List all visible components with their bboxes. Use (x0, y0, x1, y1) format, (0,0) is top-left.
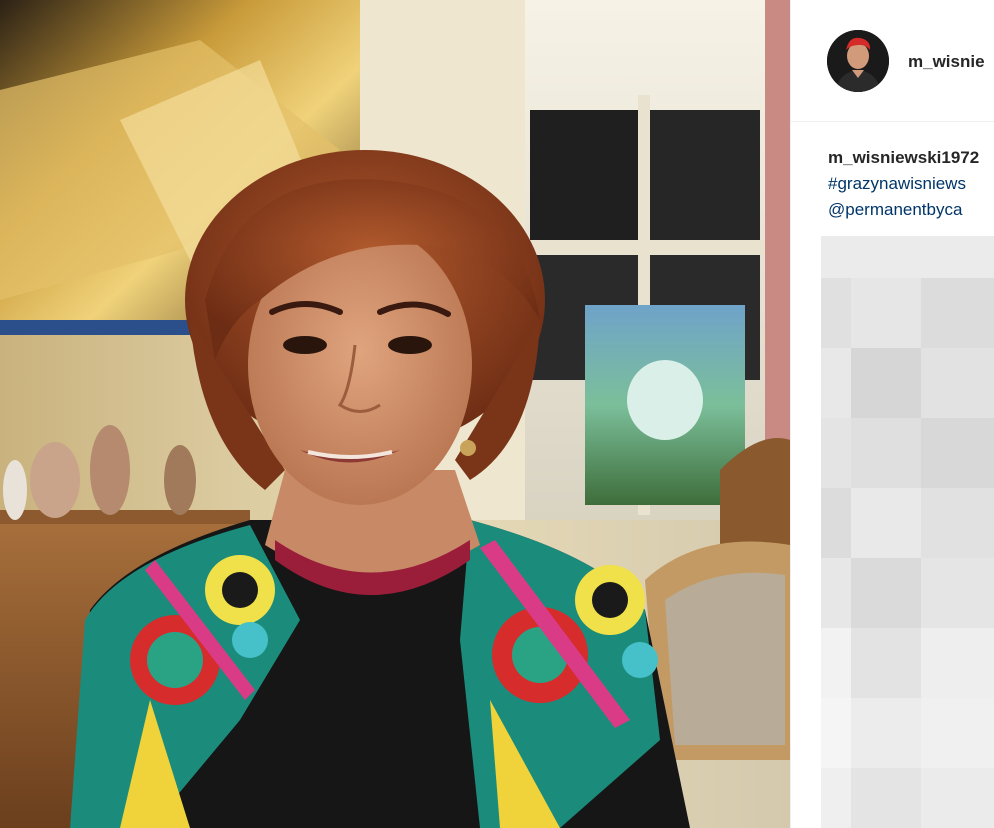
caption-hashtag-link[interactable]: #grazynawisniews (828, 171, 994, 197)
post-header: m_wisnie (791, 0, 994, 122)
caption-mention-link[interactable]: @permanentbyca (828, 197, 994, 223)
author-avatar[interactable] (827, 30, 889, 92)
post-caption: m_wisniewski1972 #grazynawisniews @perma… (828, 145, 994, 223)
instagram-post-view: m_wisnie m_wisniewski1972 #grazynawisnie… (0, 0, 994, 828)
pixelated-comments-area (821, 236, 994, 828)
post-photo[interactable] (0, 0, 790, 828)
post-sidebar: m_wisnie m_wisniewski1972 #grazynawisnie… (790, 0, 994, 828)
profile-avatar-icon (827, 30, 889, 92)
caption-author-link[interactable]: m_wisniewski1972 (828, 145, 994, 171)
author-username[interactable]: m_wisnie (908, 52, 985, 72)
